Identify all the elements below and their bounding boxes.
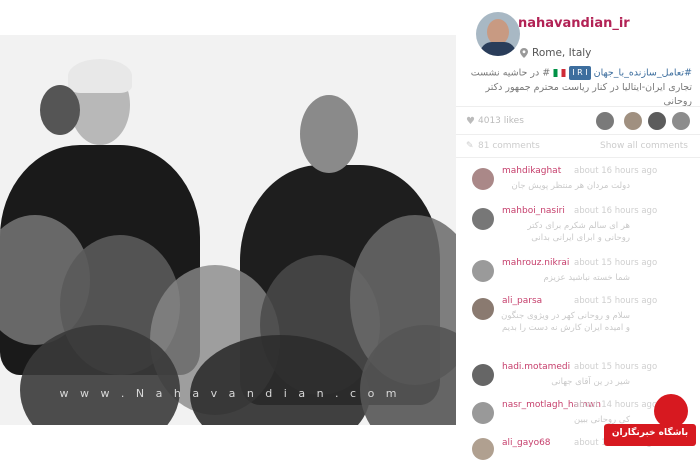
liker-avatar[interactable] xyxy=(624,112,642,130)
comment-username[interactable]: ali_gayo68 xyxy=(502,438,551,448)
likes-count[interactable]: 4013 likes xyxy=(478,116,524,126)
comment-time: about 16 hours ago xyxy=(574,166,658,176)
location-pin-icon xyxy=(520,48,528,58)
comments-bar: ✎ 81 comments Show all comments xyxy=(456,134,700,158)
commenter-avatar[interactable] xyxy=(472,208,494,230)
heart-icon[interactable]: ♥ xyxy=(466,116,475,127)
comment-username[interactable]: mahdikaghat xyxy=(502,166,561,176)
username-link[interactable]: nahavandian_ir xyxy=(518,16,630,31)
liker-avatar[interactable] xyxy=(648,112,666,130)
flag-badge-icon: I R I xyxy=(569,66,591,80)
location-label[interactable]: Rome, Italy xyxy=(532,47,591,59)
post-details-panel: nahavandian_ir Rome, Italy #تعامل_سازنده… xyxy=(456,0,700,460)
avatar[interactable] xyxy=(476,12,520,56)
comment-username[interactable]: mahrouz.nikrai xyxy=(502,258,569,268)
likes-row: ♥ 4013 likes xyxy=(456,106,700,135)
photo-figure-back xyxy=(40,85,80,135)
comments-count: 81 comments xyxy=(478,141,540,151)
comment-text: دولت مردان هر منتظر پویش جان xyxy=(511,181,630,191)
commenter-avatar[interactable] xyxy=(472,260,494,282)
caption-text-1: # در حاشیه نشست xyxy=(470,67,551,79)
logo-mark-icon xyxy=(654,394,688,428)
commenter-avatar[interactable] xyxy=(472,438,494,460)
comment-text: شما خسته نباشید عزیزم xyxy=(543,273,630,283)
hashtag-link[interactable]: #تعامل_سازنده_با_جهان xyxy=(594,68,692,79)
photo-watermark: w w w . N a h a v a n d i a n . c o m xyxy=(59,387,401,400)
logo-ribbon: باشگاه خبرنگاران xyxy=(604,424,696,446)
comment-icon: ✎ xyxy=(466,141,474,151)
comment-time: about 16 hours ago xyxy=(574,206,658,216)
liker-avatar[interactable] xyxy=(596,112,614,130)
commenter-avatar[interactable] xyxy=(472,298,494,320)
caption-text-2: تجاری ایران-ایتالیا در کنار ریاست محترم … xyxy=(485,81,692,107)
commenter-avatar[interactable] xyxy=(472,364,494,386)
post-photo[interactable]: w w w . N a h a v a n d i a n . c o m xyxy=(0,35,456,425)
liker-avatar[interactable] xyxy=(672,112,690,130)
logo-text: باشگاه خبرنگاران xyxy=(611,428,689,438)
avatar-suit xyxy=(480,42,516,56)
comment-username[interactable]: hadi.motamedi xyxy=(502,362,570,372)
post-caption: #تعامل_سازنده_با_جهان I R I # در حاشیه ن… xyxy=(466,66,692,109)
comment-text: شیر در ین آقای جهانی xyxy=(551,377,630,387)
italy-flag-icon xyxy=(553,69,566,77)
comment-time: about 15 hours ago xyxy=(574,362,658,372)
comment-time: about 15 hours ago xyxy=(574,258,658,268)
comment-text: سلام و روحانی کهر در ویژوی جنگون و امیده… xyxy=(501,311,630,333)
post-header: nahavandian_ir Rome, Italy xyxy=(456,0,700,62)
commenter-avatar[interactable] xyxy=(472,402,494,424)
show-all-comments-link[interactable]: Show all comments xyxy=(600,141,688,151)
comment-username[interactable]: ali_parsa xyxy=(502,296,542,306)
comment-time: about 15 hours ago xyxy=(574,296,658,306)
news-agency-logo: باشگاه خبرنگاران xyxy=(604,394,696,456)
comment-username[interactable]: mahboi_nasiri xyxy=(502,206,565,216)
comment-text: هر ای سالم شکرم برای دکتر روحانی و ابرای… xyxy=(527,221,630,243)
photo-face-right xyxy=(300,95,358,173)
commenter-avatar[interactable] xyxy=(472,168,494,190)
photo-turban xyxy=(68,59,132,93)
